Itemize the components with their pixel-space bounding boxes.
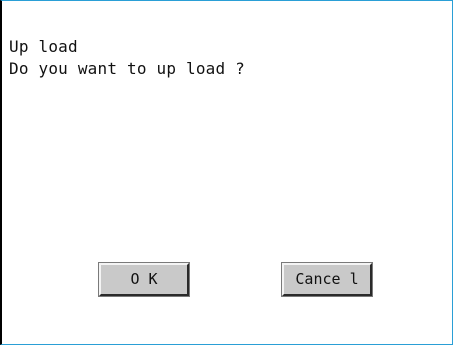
dialog-message: Do you want to up load ?	[9, 59, 245, 78]
upload-dialog: Up load Do you want to up load ? O K Can…	[0, 0, 453, 345]
cancel-button[interactable]: Cance l	[281, 262, 373, 297]
ok-button[interactable]: O K	[98, 262, 190, 297]
dialog-title: Up load	[9, 37, 78, 56]
